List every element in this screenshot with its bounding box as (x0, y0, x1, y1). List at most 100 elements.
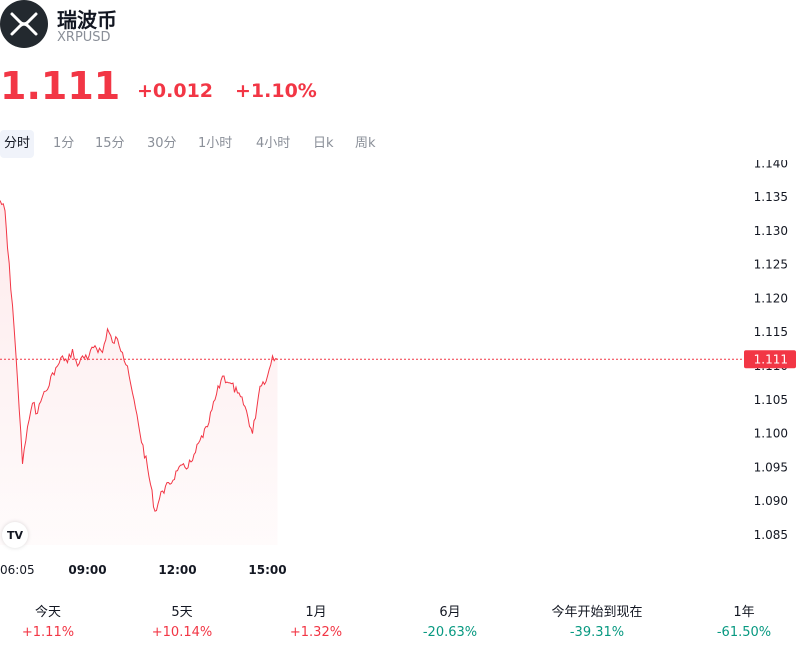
x-tick-label: 09:00 (68, 563, 106, 577)
price-change: +0.012 (137, 80, 214, 102)
x-tick-label: 06:05 (0, 563, 35, 577)
header: 瑞波币 XRPUSD (0, 0, 800, 60)
period-today[interactable]: 今天 +1.11% (0, 603, 113, 643)
y-tick-label: 1.125 (754, 258, 788, 272)
period-label: 6月 (439, 605, 461, 620)
data-point (169, 483, 171, 485)
data-point (272, 355, 274, 357)
tab-daily[interactable]: 日k (313, 130, 334, 158)
data-point (147, 467, 149, 469)
tab-4hour[interactable]: 4小时 (256, 130, 290, 158)
data-point (237, 392, 239, 394)
data-point (222, 375, 224, 377)
data-point (177, 470, 179, 472)
data-point (139, 433, 141, 435)
last-price: 1.111 (0, 64, 121, 108)
tab-1min[interactable]: 1分 (53, 130, 74, 158)
data-point (122, 352, 124, 354)
y-tick-label: 1.105 (754, 393, 788, 407)
y-tick-label: 1.115 (754, 325, 788, 339)
period-label: 今天 (34, 605, 61, 620)
period-label: 1月 (305, 605, 327, 620)
y-tick-label: 1.085 (754, 528, 788, 542)
data-point (4, 210, 6, 212)
coin-symbol: XRPUSD (57, 30, 111, 45)
period-value: -61.50% (716, 625, 772, 640)
y-tick-label: 1.100 (754, 427, 788, 441)
period-value: +10.14% (151, 625, 213, 640)
tab-intraday[interactable]: 分时 (0, 130, 35, 158)
data-point (214, 399, 216, 401)
price-chart-svg[interactable]: 1.1401.1351.1301.1251.1201.1151.1101.105… (0, 160, 800, 585)
data-point (22, 463, 24, 465)
period-6m[interactable]: 6月 -20.63% (385, 603, 515, 643)
data-point (27, 426, 29, 428)
data-point (12, 304, 14, 306)
price-chart[interactable]: 1.1401.1351.1301.1251.1201.1151.1101.105… (0, 160, 800, 585)
data-point (17, 379, 19, 381)
tradingview-logo-icon[interactable]: TV (2, 522, 28, 548)
data-point (102, 352, 104, 354)
period-1m[interactable]: 1月 +1.32% (251, 603, 381, 643)
y-tick-label: 1.135 (754, 190, 788, 204)
data-point (199, 440, 201, 442)
data-point (32, 402, 34, 404)
tab-30min[interactable]: 30分 (147, 130, 177, 158)
data-point (52, 372, 54, 374)
xrp-logo-icon (0, 0, 48, 48)
price-area (0, 200, 278, 545)
y-tick-label: 1.120 (754, 291, 788, 305)
price-change-percent: +1.10% (235, 80, 317, 102)
tab-1hour[interactable]: 1小时 (198, 130, 232, 158)
period-value: +1.11% (21, 625, 75, 640)
data-point (127, 365, 129, 367)
data-point (259, 385, 261, 387)
quote-row: 1.111 +0.012 +1.10% (0, 62, 800, 110)
data-point (94, 345, 96, 347)
data-point (252, 433, 254, 435)
data-point (112, 342, 114, 344)
data-point (267, 375, 269, 377)
period-label: 今年开始到现在 (551, 605, 643, 620)
data-point (244, 406, 246, 408)
current-price-label: 1.111 (754, 352, 788, 366)
period-value: -20.63% (422, 625, 478, 640)
data-point (117, 338, 119, 340)
data-point (37, 412, 39, 414)
data-point (207, 426, 209, 428)
data-point (62, 355, 64, 357)
period-label: 1年 (733, 605, 755, 620)
coin-name: 瑞波币 (57, 8, 117, 32)
period-5d[interactable]: 5天 +10.14% (117, 603, 247, 643)
data-point (77, 365, 79, 367)
y-tick-label: 1.090 (754, 494, 788, 508)
data-point (7, 247, 9, 249)
data-point (67, 362, 69, 364)
tab-weekly[interactable]: 周k (355, 130, 376, 158)
y-tick-label: 1.095 (754, 460, 788, 474)
data-point (42, 396, 44, 398)
data-point (154, 510, 156, 512)
data-point (132, 392, 134, 394)
data-point (107, 328, 109, 330)
x-tick-label: 15:00 (248, 563, 286, 577)
period-value: -39.31% (569, 625, 625, 640)
data-point (229, 382, 231, 384)
period-1y[interactable]: 1年 -61.50% (679, 603, 800, 643)
y-tick-label: 1.130 (754, 224, 788, 238)
data-point (72, 348, 74, 350)
period-ytd[interactable]: 今年开始到现在 -39.31% (532, 603, 662, 643)
data-point (192, 460, 194, 462)
data-point (57, 365, 59, 367)
x-tick-label: 12:00 (158, 563, 196, 577)
data-point (47, 389, 49, 391)
timeframe-tabs: 分时 1分 15分 30分 1小时 4小时 日k 周k (0, 130, 800, 158)
data-point (162, 490, 164, 492)
tab-15min[interactable]: 15分 (95, 130, 125, 158)
y-tick-label: 1.140 (754, 160, 788, 170)
data-point (184, 467, 186, 469)
period-label: 5天 (171, 605, 193, 620)
data-point (82, 355, 84, 357)
performance-periods: 今天 +1.11% 5天 +10.14% 1月 +1.32% 6月 -20.63… (0, 603, 800, 655)
period-value: +1.32% (289, 625, 343, 640)
